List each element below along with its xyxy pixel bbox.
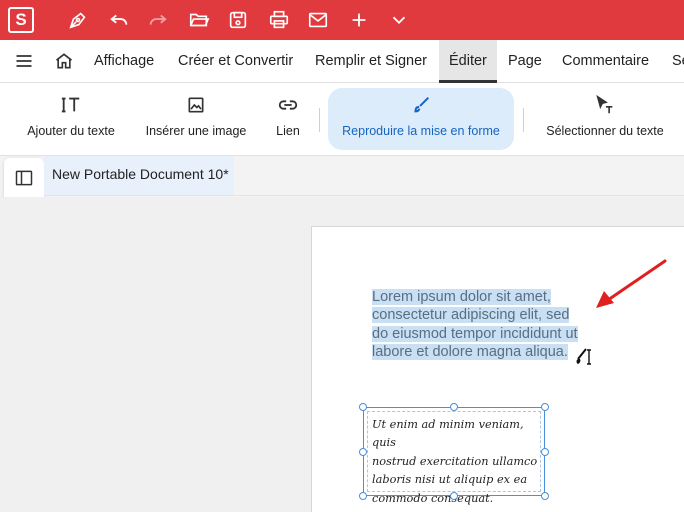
chevron-down-icon[interactable] bbox=[387, 8, 411, 32]
select-text-cursor-icon bbox=[594, 94, 616, 116]
menu-item-remplir-signer[interactable]: Remplir et Signer bbox=[315, 40, 427, 83]
insert-image-button[interactable]: Insérer une image bbox=[138, 88, 254, 150]
menu-item-securite[interactable]: Se bbox=[672, 40, 684, 83]
document-tab[interactable]: New Portable Document 10* bbox=[44, 156, 234, 195]
pen-nib-icon[interactable] bbox=[66, 8, 90, 32]
resize-handle[interactable] bbox=[359, 448, 367, 456]
format-painter-button[interactable]: Reproduire la mise en forme bbox=[328, 88, 514, 150]
home-icon[interactable] bbox=[53, 50, 75, 72]
save-icon[interactable] bbox=[226, 8, 250, 32]
panel-toggle-icon[interactable] bbox=[13, 167, 35, 189]
add-text-label: Ajouter du texte bbox=[27, 124, 115, 138]
open-folder-icon[interactable] bbox=[187, 8, 211, 32]
add-text-icon bbox=[60, 94, 82, 116]
script-paragraph[interactable]: Ut enim ad minim veniam, quis nostrud ex… bbox=[372, 416, 544, 508]
resize-handle[interactable] bbox=[359, 403, 367, 411]
text-line[interactable]: do eiusmod tempor incididunt ut bbox=[372, 325, 578, 342]
image-icon bbox=[185, 94, 207, 116]
insert-image-label: Insérer une image bbox=[145, 124, 247, 138]
print-icon[interactable] bbox=[267, 8, 291, 32]
menu-item-page[interactable]: Page bbox=[508, 40, 542, 83]
menu-item-editer[interactable]: Éditer bbox=[439, 40, 497, 83]
link-label: Lien bbox=[276, 124, 300, 138]
title-bar: S bbox=[0, 0, 684, 40]
redo-icon[interactable] bbox=[146, 8, 170, 32]
text-line: laboris nisi ut aliquip ex ea bbox=[372, 473, 528, 487]
text-line[interactable]: Lorem ipsum dolor sit amet, bbox=[372, 289, 551, 305]
document-tab-bar: New Portable Document 10* bbox=[44, 156, 684, 196]
link-button[interactable]: Lien bbox=[266, 88, 310, 150]
text-line: Ut enim ad minim veniam, quis bbox=[372, 418, 524, 450]
text-line: nostrud exercitation ullamco bbox=[372, 454, 538, 468]
format-painter-label: Reproduire la mise en forme bbox=[342, 124, 500, 138]
select-text-button[interactable]: Sélectionner du texte bbox=[540, 88, 670, 150]
app-logo[interactable]: S bbox=[8, 7, 34, 33]
text-line: commodo consequat. bbox=[372, 491, 494, 505]
select-text-label: Sélectionner du texte bbox=[546, 124, 664, 138]
menu-item-affichage[interactable]: Affichage bbox=[94, 40, 154, 83]
resize-handle[interactable] bbox=[541, 448, 549, 456]
annotation-arrow-icon bbox=[596, 259, 667, 308]
email-icon[interactable] bbox=[306, 8, 330, 32]
resize-handle[interactable] bbox=[359, 492, 367, 500]
add-text-button[interactable]: Ajouter du texte bbox=[18, 88, 124, 150]
toolbar-divider bbox=[319, 108, 320, 132]
resize-handle[interactable] bbox=[541, 403, 549, 411]
toolbar-divider bbox=[523, 108, 524, 132]
format-painter-cursor-icon bbox=[576, 348, 591, 365]
resize-handle[interactable] bbox=[450, 403, 458, 411]
resize-handle[interactable] bbox=[541, 492, 549, 500]
undo-icon[interactable] bbox=[107, 8, 131, 32]
resize-handle[interactable] bbox=[450, 492, 458, 500]
menu-item-creer-convertir[interactable]: Créer et Convertir bbox=[178, 40, 293, 83]
edit-toolbar: Ajouter du texte Insérer une image Lien … bbox=[0, 83, 684, 156]
brush-icon bbox=[410, 94, 432, 116]
menu-bar: Affichage Créer et Convertir Remplir et … bbox=[0, 40, 684, 83]
link-icon bbox=[277, 94, 299, 116]
text-line[interactable]: consectetur adipiscing elit, sed bbox=[372, 307, 570, 324]
text-line[interactable]: labore et dolore magna aliqua. bbox=[372, 344, 568, 361]
menu-item-commentaire[interactable]: Commentaire bbox=[562, 40, 649, 83]
hamburger-menu-icon[interactable] bbox=[13, 50, 35, 72]
plus-icon[interactable] bbox=[347, 8, 371, 32]
